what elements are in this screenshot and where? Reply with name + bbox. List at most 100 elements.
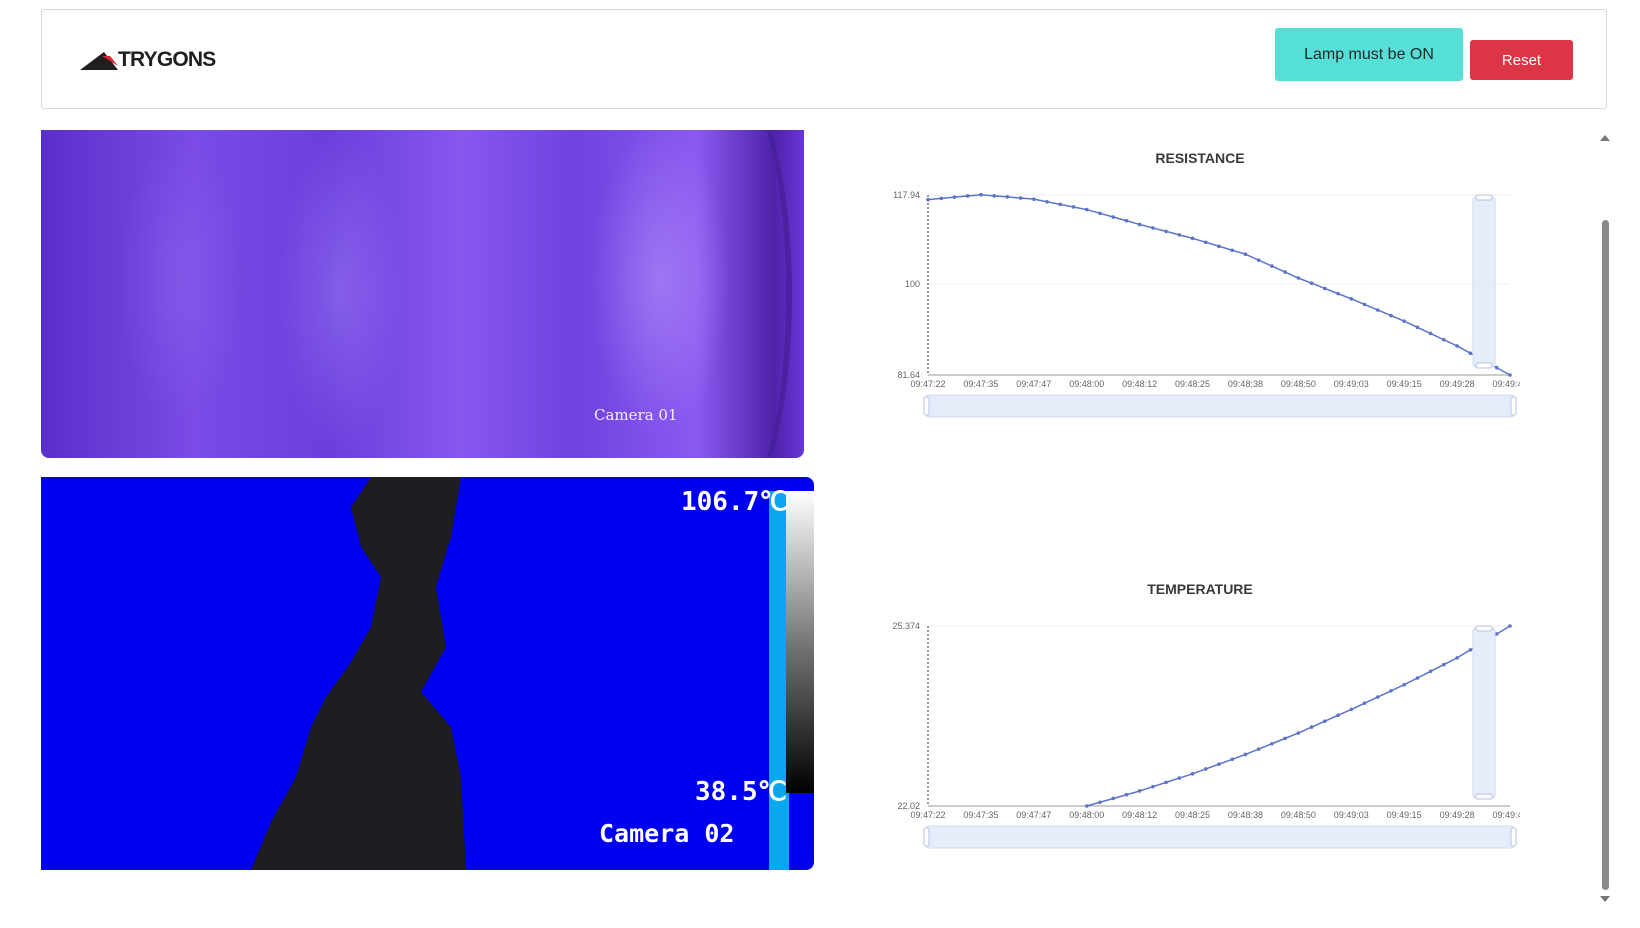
camera-02-label: Camera 02 xyxy=(599,819,735,848)
temperature-chart: TEMPERATURE 25.374 22.02 09:47:22 09:47:35 0… xyxy=(870,571,1520,871)
data-point xyxy=(1124,218,1129,223)
data-point xyxy=(1098,211,1102,216)
data-point xyxy=(1230,248,1235,253)
thermal-color-scale xyxy=(786,491,814,793)
dish-edge xyxy=(696,130,792,458)
data-point xyxy=(1256,258,1261,262)
x-tick-label: 09:47:35 xyxy=(963,810,998,820)
data-point xyxy=(1137,222,1142,227)
x-zoom-handle-right xyxy=(1510,396,1517,416)
camera-01-label: Camera 01 xyxy=(594,406,678,424)
x-zoom-slider xyxy=(925,394,1515,418)
data-point xyxy=(1071,205,1076,209)
data-point xyxy=(1455,344,1459,348)
data-point xyxy=(1111,215,1115,219)
data-point xyxy=(1243,752,1248,757)
y-tick-label: 117.94 xyxy=(893,190,920,200)
x-tick-label: 09:48:00 xyxy=(1069,810,1104,820)
data-point xyxy=(1032,197,1036,201)
resistance-plot: 117.9410081.6409:47:22 09:47:35 09:47:47 09… xyxy=(893,190,1520,418)
x-tick-label: 09:48:50 xyxy=(1281,810,1316,820)
data-point xyxy=(1270,264,1274,268)
reset-button[interactable]: Reset xyxy=(1470,40,1573,80)
temperature-plot: 25.37422.0209:47:22 09:47:35 09:47:47 09:48… xyxy=(892,621,1520,849)
data-point xyxy=(1349,707,1354,712)
x-tick-label: 09:47:35 xyxy=(963,379,998,389)
min-temperature: 38.5℃ xyxy=(695,777,787,807)
x-tick-label: 09:47:22 xyxy=(910,379,945,389)
x-tick-label: 09:48:25 xyxy=(1175,810,1210,820)
data-point xyxy=(1283,736,1287,741)
data-point xyxy=(1151,784,1155,789)
data-point xyxy=(1098,800,1102,805)
brand-logo: TRYGONS xyxy=(80,44,230,84)
data-point xyxy=(1177,233,1182,237)
scrollbar-thumb[interactable] xyxy=(1602,220,1609,890)
data-point xyxy=(1494,632,1499,636)
data-point xyxy=(1296,276,1301,280)
x-tick-label: 09:49:15 xyxy=(1387,379,1422,389)
data-point xyxy=(1217,762,1221,766)
data-point xyxy=(1203,767,1208,771)
scroll-up-icon[interactable] xyxy=(1600,135,1610,141)
y-tick-label: 25.374 xyxy=(892,621,920,631)
x-tick-label: 09:47:47 xyxy=(1016,810,1051,820)
data-point xyxy=(1296,731,1301,735)
x-tick-label: 09:48:38 xyxy=(1228,810,1263,820)
data-point xyxy=(1415,676,1420,680)
data-point xyxy=(1494,365,1499,370)
scroll-down-icon[interactable] xyxy=(1600,896,1610,902)
data-point xyxy=(1468,648,1473,652)
data-point xyxy=(1270,741,1274,746)
x-tick-label: 09:49:28 xyxy=(1440,810,1475,820)
x-zoom-handle-left xyxy=(923,396,930,416)
y-zoom-handle-top xyxy=(1475,194,1493,201)
data-point xyxy=(1045,199,1049,204)
data-point xyxy=(1309,281,1314,286)
data-point xyxy=(952,195,957,199)
x-tick-label: 09:48:25 xyxy=(1175,379,1210,389)
y-tick-label: 100 xyxy=(905,279,920,289)
y-zoom-handle-bottom xyxy=(1475,362,1493,369)
data-point xyxy=(1389,689,1393,693)
data-point xyxy=(1164,229,1168,234)
data-point xyxy=(1375,695,1380,699)
data-point xyxy=(1005,195,1010,199)
data-point xyxy=(1442,337,1446,342)
data-point xyxy=(1375,308,1380,312)
x-tick-label: 09:49:40 xyxy=(1492,810,1520,820)
data-point xyxy=(1468,351,1473,356)
data-point xyxy=(1283,270,1287,274)
data-point xyxy=(1415,325,1420,330)
mountain-triangle-icon xyxy=(80,52,118,70)
data-point xyxy=(1442,662,1446,667)
data-point xyxy=(965,194,970,198)
data-point xyxy=(1190,236,1195,241)
data-point xyxy=(1137,789,1142,793)
data-point xyxy=(1362,302,1367,307)
x-tick-label: 09:49:28 xyxy=(1440,379,1475,389)
x-tick-label: 09:47:22 xyxy=(910,810,945,820)
x-tick-label: 09:49:03 xyxy=(1334,810,1369,820)
data-point xyxy=(926,197,930,202)
data-point xyxy=(1203,240,1208,245)
data-point xyxy=(979,192,983,197)
x-tick-label: 09:49:03 xyxy=(1334,379,1369,389)
series-line xyxy=(1086,625,1511,807)
data-point xyxy=(1336,713,1340,718)
lamp-status-button[interactable]: Lamp must be ON xyxy=(1275,28,1463,81)
data-point xyxy=(1058,202,1063,207)
data-point xyxy=(1124,792,1129,797)
x-zoom-slider xyxy=(925,825,1515,849)
data-point xyxy=(1309,725,1314,729)
x-tick-label: 09:48:12 xyxy=(1122,379,1157,389)
data-point xyxy=(1455,656,1459,660)
series-line xyxy=(927,193,1511,376)
data-point xyxy=(1164,780,1168,785)
data-point xyxy=(1362,701,1367,706)
camera-02-thermal-feed: 106.7℃ 38.5℃ Camera 02 xyxy=(41,477,814,870)
data-point xyxy=(1256,747,1261,751)
x-zoom-handle-right xyxy=(1510,827,1517,847)
data-point xyxy=(1243,252,1248,257)
data-point xyxy=(1349,297,1354,301)
